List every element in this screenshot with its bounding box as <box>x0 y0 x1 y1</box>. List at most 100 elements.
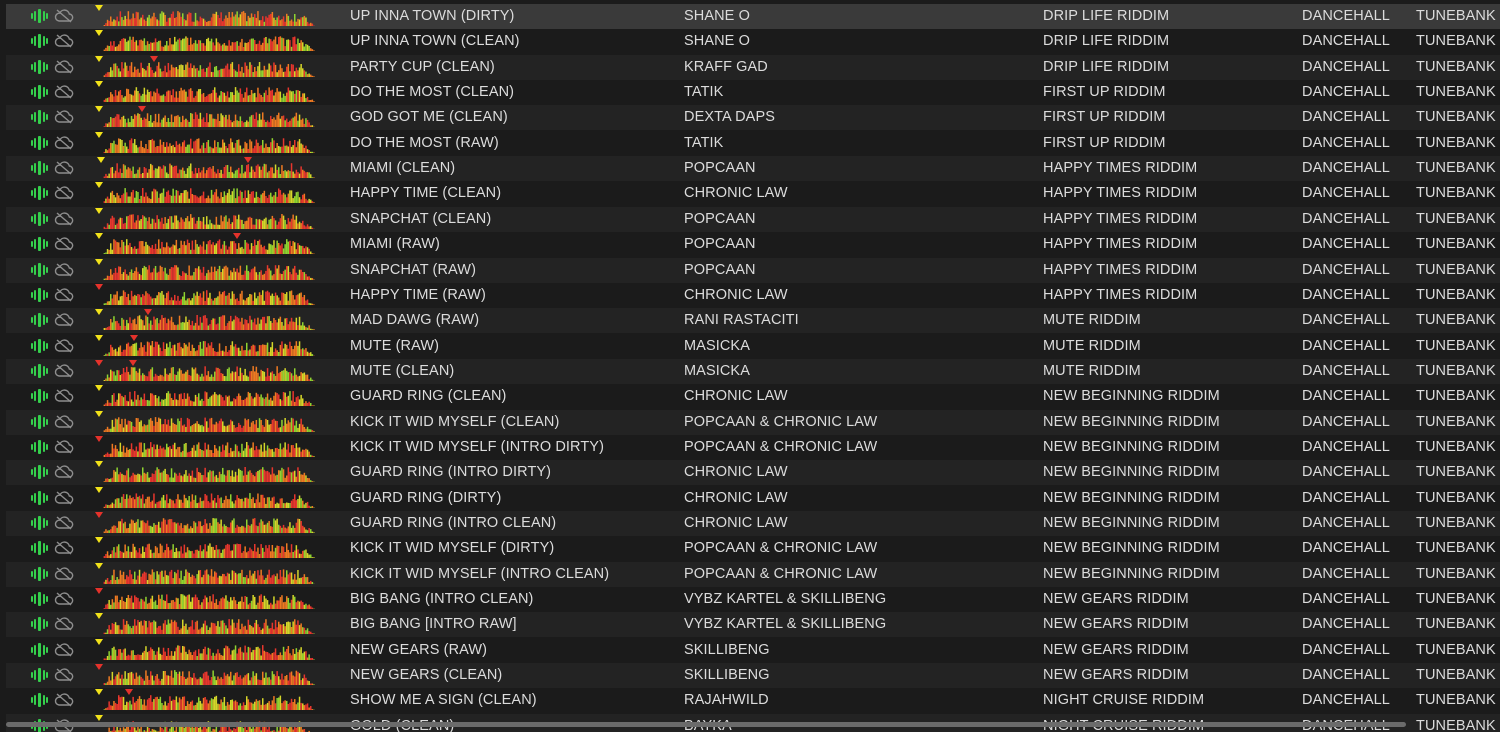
waveform-preview[interactable] <box>92 207 324 232</box>
equalizer-bars-icon[interactable] <box>30 638 52 663</box>
equalizer-bars-icon[interactable] <box>30 612 52 637</box>
equalizer-bars-icon[interactable] <box>30 4 52 29</box>
equalizer-bars-icon[interactable] <box>30 207 52 232</box>
cloud-offline-icon[interactable] <box>54 359 76 384</box>
cloud-offline-icon[interactable] <box>54 612 76 637</box>
cloud-offline-icon[interactable] <box>54 258 76 283</box>
cloud-offline-icon[interactable] <box>54 486 76 511</box>
track-row[interactable]: KICK IT WID MYSELF (INTRO DIRTY) POPCAAN … <box>6 434 1500 460</box>
cloud-offline-icon[interactable] <box>54 511 76 536</box>
track-row[interactable]: HAPPY TIME (CLEAN) CHRONIC LAW HAPPY TIMES… <box>6 181 1500 207</box>
waveform-preview[interactable] <box>92 688 324 713</box>
track-row[interactable]: UP INNA TOWN (CLEAN) SHANE O DRIP LIFE RID… <box>6 29 1500 55</box>
cloud-offline-icon[interactable] <box>54 536 76 561</box>
cloud-offline-icon[interactable] <box>54 562 76 587</box>
cloud-offline-icon[interactable] <box>54 131 76 156</box>
equalizer-bars-icon[interactable] <box>30 410 52 435</box>
cloud-offline-icon[interactable] <box>54 384 76 409</box>
waveform-preview[interactable] <box>92 181 324 206</box>
waveform-preview[interactable] <box>92 663 324 688</box>
equalizer-bars-icon[interactable] <box>30 486 52 511</box>
equalizer-bars-icon[interactable] <box>30 80 52 105</box>
waveform-preview[interactable] <box>92 486 324 511</box>
cloud-offline-icon[interactable] <box>54 308 76 333</box>
waveform-preview[interactable] <box>92 258 324 283</box>
equalizer-bars-icon[interactable] <box>30 334 52 359</box>
waveform-preview[interactable] <box>92 156 324 181</box>
equalizer-bars-icon[interactable] <box>30 29 52 54</box>
equalizer-bars-icon[interactable] <box>30 359 52 384</box>
track-row[interactable]: KICK IT WID MYSELF (INTRO CLEAN) POPCAAN … <box>6 561 1500 587</box>
cloud-offline-icon[interactable] <box>54 156 76 181</box>
equalizer-bars-icon[interactable] <box>30 232 52 257</box>
waveform-preview[interactable] <box>92 131 324 156</box>
equalizer-bars-icon[interactable] <box>30 511 52 536</box>
waveform-preview[interactable] <box>92 587 324 612</box>
track-row[interactable]: PARTY CUP (CLEAN) KRAFF GAD DRIP LIFE RIDD… <box>6 54 1500 80</box>
cloud-offline-icon[interactable] <box>54 207 76 232</box>
track-row[interactable]: KICK IT WID MYSELF (DIRTY) POPCAAN & CHRO… <box>6 536 1500 562</box>
waveform-preview[interactable] <box>92 359 324 384</box>
track-row[interactable]: SNAPCHAT (RAW) POPCAAN HAPPY TIMES RIDDIM D… <box>6 257 1500 283</box>
track-row[interactable]: HAPPY TIME (RAW) CHRONIC LAW HAPPY TIMES R… <box>6 282 1500 308</box>
waveform-preview[interactable] <box>92 4 324 29</box>
track-row[interactable]: BIG BANG [INTRO RAW] VYBZ KARTEL & SKILLI… <box>6 612 1500 638</box>
equalizer-bars-icon[interactable] <box>30 105 52 130</box>
cloud-offline-icon[interactable] <box>54 4 76 29</box>
waveform-preview[interactable] <box>92 410 324 435</box>
equalizer-bars-icon[interactable] <box>30 258 52 283</box>
cloud-offline-icon[interactable] <box>54 638 76 663</box>
waveform-preview[interactable] <box>92 283 324 308</box>
track-row[interactable]: SNAPCHAT (CLEAN) POPCAAN HAPPY TIMES RIDDI… <box>6 206 1500 232</box>
equalizer-bars-icon[interactable] <box>30 663 52 688</box>
track-row[interactable]: UP INNA TOWN (DIRTY) SHANE O DRIP LIFE RID… <box>6 4 1500 29</box>
waveform-preview[interactable] <box>92 435 324 460</box>
cloud-offline-icon[interactable] <box>54 105 76 130</box>
equalizer-bars-icon[interactable] <box>30 460 52 485</box>
cloud-offline-icon[interactable] <box>54 688 76 713</box>
track-row[interactable]: MUTE (RAW) MASICKA MUTE RIDDIM DANCEHALL TUN… <box>6 333 1500 359</box>
waveform-preview[interactable] <box>92 334 324 359</box>
track-row[interactable]: GUARD RING (DIRTY) CHRONIC LAW NEW BEGINNI… <box>6 485 1500 511</box>
waveform-preview[interactable] <box>92 536 324 561</box>
cloud-offline-icon[interactable] <box>54 80 76 105</box>
track-row[interactable]: KICK IT WID MYSELF (CLEAN) POPCAAN & CHRO… <box>6 409 1500 435</box>
horizontal-scrollbar[interactable] <box>6 722 1406 727</box>
waveform-preview[interactable] <box>92 232 324 257</box>
equalizer-bars-icon[interactable] <box>30 536 52 561</box>
equalizer-bars-icon[interactable] <box>30 181 52 206</box>
track-row[interactable]: GUARD RING (INTRO CLEAN) CHRONIC LAW NEW B… <box>6 511 1500 536</box>
equalizer-bars-icon[interactable] <box>30 688 52 713</box>
track-row[interactable]: NEW GEARS (CLEAN) SKILLIBENG NEW GEARS RID… <box>6 663 1500 689</box>
waveform-preview[interactable] <box>92 80 324 105</box>
waveform-preview[interactable] <box>92 460 324 485</box>
cloud-offline-icon[interactable] <box>54 232 76 257</box>
equalizer-bars-icon[interactable] <box>30 131 52 156</box>
equalizer-bars-icon[interactable] <box>30 55 52 80</box>
track-row[interactable]: DO THE MOST (CLEAN) TATIK FIRST UP RIDDIM D… <box>6 80 1500 106</box>
waveform-preview[interactable] <box>92 55 324 80</box>
cloud-offline-icon[interactable] <box>54 29 76 54</box>
cloud-offline-icon[interactable] <box>54 435 76 460</box>
equalizer-bars-icon[interactable] <box>30 283 52 308</box>
track-row[interactable]: NEW GEARS (RAW) SKILLIBENG NEW GEARS RIDDI… <box>6 637 1500 663</box>
track-row[interactable]: MAD DAWG (RAW) RANI RASTACITI MUTE RIDDIM D… <box>6 308 1500 334</box>
track-row[interactable]: GOD GOT ME (CLEAN) DEXTA DAPS FIRST UP RID… <box>6 105 1500 131</box>
track-row[interactable]: MUTE (CLEAN) MASICKA MUTE RIDDIM DANCEHALL T… <box>6 358 1500 384</box>
waveform-preview[interactable] <box>92 612 324 637</box>
waveform-preview[interactable] <box>92 562 324 587</box>
cloud-offline-icon[interactable] <box>54 587 76 612</box>
equalizer-bars-icon[interactable] <box>30 308 52 333</box>
waveform-preview[interactable] <box>92 384 324 409</box>
track-row[interactable]: MIAMI (CLEAN) POPCAAN HAPPY TIMES RIDDIM DA… <box>6 156 1500 182</box>
equalizer-bars-icon[interactable] <box>30 587 52 612</box>
track-row[interactable]: GUARD RING (INTRO DIRTY) CHRONIC LAW NEW B… <box>6 460 1500 486</box>
cloud-offline-icon[interactable] <box>54 55 76 80</box>
track-row[interactable]: BIG BANG (INTRO CLEAN) VYBZ KARTEL & SKIL… <box>6 587 1500 613</box>
waveform-preview[interactable] <box>92 29 324 54</box>
cloud-offline-icon[interactable] <box>54 663 76 688</box>
track-row[interactable]: SHOW ME A SIGN (CLEAN) RAJAHWILD NIGHT CRU… <box>6 688 1500 714</box>
cloud-offline-icon[interactable] <box>54 181 76 206</box>
equalizer-bars-icon[interactable] <box>30 384 52 409</box>
waveform-preview[interactable] <box>92 511 324 536</box>
